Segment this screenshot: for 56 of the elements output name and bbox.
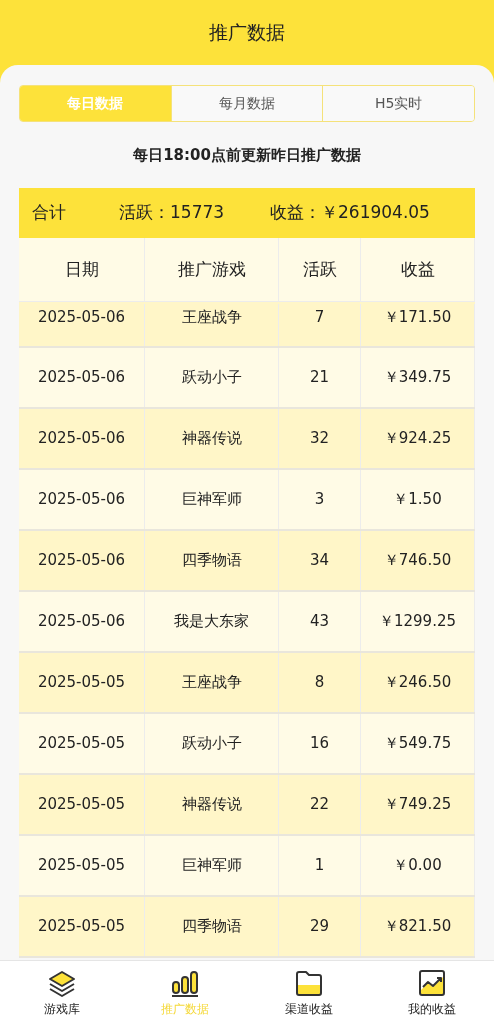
table-cell: ￥171.50 xyxy=(361,304,475,346)
nav-tab[interactable]: 我的收益 xyxy=(370,961,494,1024)
summary-label: 合计 xyxy=(32,201,67,225)
table-cell: 22 xyxy=(279,775,361,834)
table-cell: 我是大东家 xyxy=(145,592,279,651)
table-cell: 四季物语 xyxy=(145,531,279,590)
nav-tab[interactable]: 渠道收益 xyxy=(247,961,371,1024)
table-cell: 2025-05-05 xyxy=(19,775,145,834)
table-cell: 巨神军师 xyxy=(145,470,279,529)
table-cell: ￥821.50 xyxy=(361,897,475,956)
table-cell: 2025-05-06 xyxy=(19,348,145,407)
table-cell: ￥1.50 xyxy=(361,470,475,529)
table-cell: 16 xyxy=(279,714,361,773)
table-cell: 王座战争 xyxy=(145,304,279,346)
table-cell: 32 xyxy=(279,409,361,468)
table-cell: 43 xyxy=(279,592,361,651)
table-cell: 四季物语 xyxy=(145,897,279,956)
table-cell: 2025-05-05 xyxy=(19,653,145,712)
table-cell: 神器传说 xyxy=(145,409,279,468)
tab[interactable]: H5实时 xyxy=(322,86,474,121)
table-cell: ￥924.25 xyxy=(361,409,475,468)
income-total: ￥261904.05 xyxy=(321,201,430,225)
table-cell: 2025-05-06 xyxy=(19,470,145,529)
page-title: 推广数据 xyxy=(209,20,285,46)
active-total: 15773 xyxy=(170,201,226,225)
table-cell: 2025-05-05 xyxy=(19,714,145,773)
table-cell: 34 xyxy=(279,531,361,590)
table-cell: 8 xyxy=(279,653,361,712)
table-cell: 3 xyxy=(279,470,361,529)
table-cell: 21 xyxy=(279,348,361,407)
table-cell: ￥246.50 xyxy=(361,653,475,712)
table-cell: ￥746.50 xyxy=(361,531,475,590)
table-cell: 跃动小子 xyxy=(145,348,279,407)
line-chart-icon xyxy=(417,967,448,998)
table-cell: 2025-05-06 xyxy=(19,409,145,468)
table-cell: 2025-05-06 xyxy=(19,592,145,651)
update-notice: 每日18:00点前更新昨日推广数据 xyxy=(133,144,361,166)
table-cell: 神器传说 xyxy=(145,775,279,834)
table-cell: 1 xyxy=(279,836,361,895)
active-label: 活跃： xyxy=(119,201,170,225)
nav-tab[interactable]: 游戏库 xyxy=(0,961,124,1024)
table-cell: 2025-05-05 xyxy=(19,836,145,895)
table-cell: 7 xyxy=(279,304,361,346)
table-cell: 王座战争 xyxy=(145,653,279,712)
table-cell: 2025-05-05 xyxy=(19,897,145,956)
table-cell: ￥1299.25 xyxy=(361,592,475,651)
table-cell: 29 xyxy=(279,897,361,956)
income-label: 收益： xyxy=(270,201,321,225)
table-cell: ￥749.25 xyxy=(361,775,475,834)
table-cell: ￥0.00 xyxy=(361,836,475,895)
table-cell: ￥549.75 xyxy=(361,714,475,773)
table-cell: 跃动小子 xyxy=(145,714,279,773)
table-cell: 巨神军师 xyxy=(145,836,279,895)
table-cell: ￥349.75 xyxy=(361,348,475,407)
table-cell: 2025-05-06 xyxy=(19,531,145,590)
table-cell: 2025-05-06 xyxy=(19,304,145,346)
